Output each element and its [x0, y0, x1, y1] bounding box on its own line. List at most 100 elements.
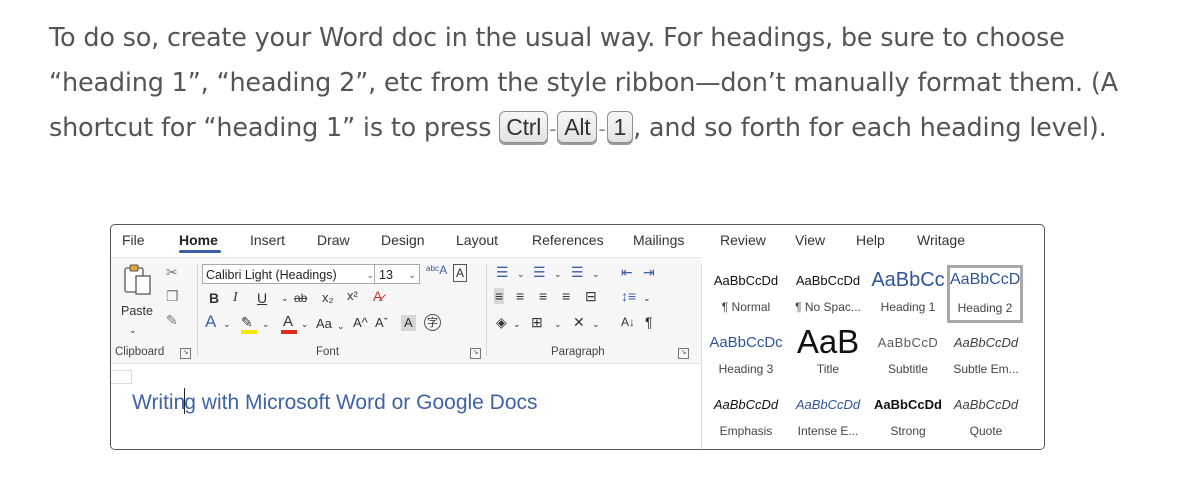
phonetic-guide-icon[interactable]: 字: [424, 314, 441, 331]
line-spacing-icon[interactable]: ↕≡: [621, 288, 636, 304]
font-color-icon[interactable]: A: [283, 314, 293, 330]
style-no-spacing[interactable]: AaBbCcDd ¶ No Spac...: [789, 269, 867, 327]
style-subtitle[interactable]: AaBbCcD Subtitle: [869, 331, 947, 389]
style-preview: AaB: [796, 323, 860, 360]
style-preview: AaBbCcDc: [709, 334, 783, 351]
chevron-down-icon[interactable]: ⌄: [262, 316, 270, 332]
paragraph-launcher-icon[interactable]: ↘: [678, 348, 689, 359]
subscript-icon[interactable]: x₂: [322, 290, 334, 306]
clipboard-launcher-icon[interactable]: ↘: [180, 348, 191, 359]
style-normal[interactable]: AaBbCcDd ¶ Normal: [707, 269, 785, 327]
clear-formatting-icon[interactable]: ᵃᵇᶜA: [426, 262, 447, 278]
style-preview: AaBbCcD: [877, 335, 939, 350]
style-name: Emphasis: [719, 424, 773, 438]
tab-file[interactable]: File: [122, 232, 145, 248]
superscript-icon[interactable]: x²: [347, 288, 358, 304]
style-name: Heading 1: [880, 300, 936, 314]
tab-references[interactable]: References: [532, 232, 604, 248]
document-area[interactable]: Writing with Microsoft Word or Google Do…: [111, 363, 701, 449]
character-shading-icon[interactable]: A: [401, 315, 416, 331]
justify-icon[interactable]: ≡: [562, 288, 570, 304]
style-heading-1[interactable]: AaBbCc Heading 1: [869, 269, 947, 327]
style-strong[interactable]: AaBbCcDd Strong: [869, 393, 947, 449]
bold-icon[interactable]: B: [209, 290, 219, 306]
chevron-down-icon[interactable]: ⌄: [554, 266, 562, 282]
article-paragraph: To do so, create your Word doc in the us…: [49, 16, 1159, 152]
strikethrough-icon[interactable]: ab: [294, 290, 307, 306]
italic-icon[interactable]: I: [233, 290, 238, 306]
distributed-icon[interactable]: ⊟: [585, 288, 597, 304]
increase-indent-icon[interactable]: ⇥: [643, 264, 655, 280]
paste-button[interactable]: Paste: [121, 304, 153, 318]
multilevel-list-icon[interactable]: ☰: [571, 264, 584, 280]
chevron-down-icon[interactable]: ⌄: [554, 316, 562, 332]
asian-layout-icon[interactable]: ✕: [573, 314, 585, 330]
align-left-icon[interactable]: ≡: [494, 288, 505, 304]
font-size-select[interactable]: 13 ⌄: [374, 264, 420, 284]
align-right-icon[interactable]: ≡: [539, 288, 547, 304]
change-case-button[interactable]: Aa: [316, 316, 332, 332]
style-heading-2[interactable]: AaBbCcD Heading 2: [947, 265, 1023, 323]
chevron-down-icon[interactable]: ⌄: [281, 290, 289, 306]
style-name: Quote: [969, 424, 1003, 438]
tab-mailings[interactable]: Mailings: [633, 232, 684, 248]
chevron-down-icon[interactable]: ⌄: [129, 322, 137, 338]
style-subtle-emphasis[interactable]: AaBbCcDd Subtle Em...: [947, 331, 1025, 389]
chevron-down-icon[interactable]: ⌄: [643, 290, 651, 306]
text-effects-icon[interactable]: A: [205, 313, 216, 330]
tab-home[interactable]: Home: [179, 232, 218, 248]
style-heading-3[interactable]: AaBbCcDc Heading 3: [707, 331, 785, 389]
grow-font-button[interactable]: A^: [353, 315, 368, 331]
chevron-down-icon[interactable]: ⌄: [592, 316, 600, 332]
chevron-down-icon[interactable]: ⌄: [517, 266, 525, 282]
character-border-icon[interactable]: A: [453, 264, 468, 282]
decrease-indent-icon[interactable]: ⇤: [621, 264, 633, 280]
chevron-down-icon[interactable]: ⌄: [223, 316, 231, 332]
paste-icon[interactable]: [121, 264, 157, 298]
numbering-icon[interactable]: ☰: [533, 264, 546, 280]
key-alt: Alt: [557, 111, 598, 143]
shrink-font-button[interactable]: Aˇ: [375, 315, 388, 331]
style-name: ¶ No Spac...: [795, 300, 861, 314]
tab-layout[interactable]: Layout: [456, 232, 498, 248]
chevron-down-icon: ⌄: [366, 270, 374, 280]
align-center-icon[interactable]: ≡: [516, 288, 524, 304]
tab-writage[interactable]: Writage: [917, 232, 965, 248]
style-preview: AaBbCcDd: [874, 397, 942, 412]
font-launcher-icon[interactable]: ↘: [470, 348, 481, 359]
shading-icon[interactable]: ◈: [496, 314, 507, 330]
copy-icon[interactable]: ❐: [166, 288, 179, 304]
tab-insert[interactable]: Insert: [250, 232, 285, 248]
chevron-down-icon[interactable]: ⌄: [337, 318, 345, 334]
style-name: Intense E...: [797, 424, 859, 438]
tab-help[interactable]: Help: [856, 232, 885, 248]
style-preview: AaBbCcDd: [713, 273, 779, 288]
text-effects-icon[interactable]: A̷: [373, 288, 382, 304]
document-heading[interactable]: Writing with Microsoft Word or Google Do…: [132, 388, 538, 415]
chevron-down-icon[interactable]: ⌄: [301, 316, 309, 332]
style-intense-emphasis[interactable]: AaBbCcDd Intense E...: [789, 393, 867, 449]
underline-icon[interactable]: U: [257, 290, 267, 306]
chevron-down-icon[interactable]: ⌄: [513, 316, 521, 332]
tab-review[interactable]: Review: [720, 232, 766, 248]
chevron-down-icon[interactable]: ⌄: [592, 266, 600, 282]
format-painter-icon[interactable]: ✎: [166, 312, 178, 328]
group-divider: [197, 264, 198, 356]
borders-icon[interactable]: ⊞: [531, 314, 543, 330]
font-name-select[interactable]: Calibri Light (Headings) ⌄: [202, 264, 378, 284]
highlight-icon[interactable]: ✎: [241, 314, 253, 330]
style-quote[interactable]: AaBbCcDd Quote: [947, 393, 1025, 449]
sort-icon[interactable]: A↓: [621, 314, 635, 330]
tab-draw[interactable]: Draw: [317, 232, 350, 248]
group-divider: [486, 264, 487, 356]
tab-design[interactable]: Design: [381, 232, 425, 248]
style-emphasis[interactable]: AaBbCcDd Emphasis: [707, 393, 785, 449]
article-text-outro: , and so forth for each heading level).: [633, 113, 1107, 143]
style-preview: AaBbCcDd: [953, 335, 1019, 350]
tab-view[interactable]: View: [795, 232, 825, 248]
cut-icon[interactable]: ✂: [166, 264, 178, 280]
style-preview: AaBbCc: [871, 269, 945, 291]
style-title[interactable]: AaB Title: [789, 323, 867, 389]
bullets-icon[interactable]: ☰: [496, 264, 509, 280]
show-formatting-icon[interactable]: ¶: [645, 314, 653, 330]
